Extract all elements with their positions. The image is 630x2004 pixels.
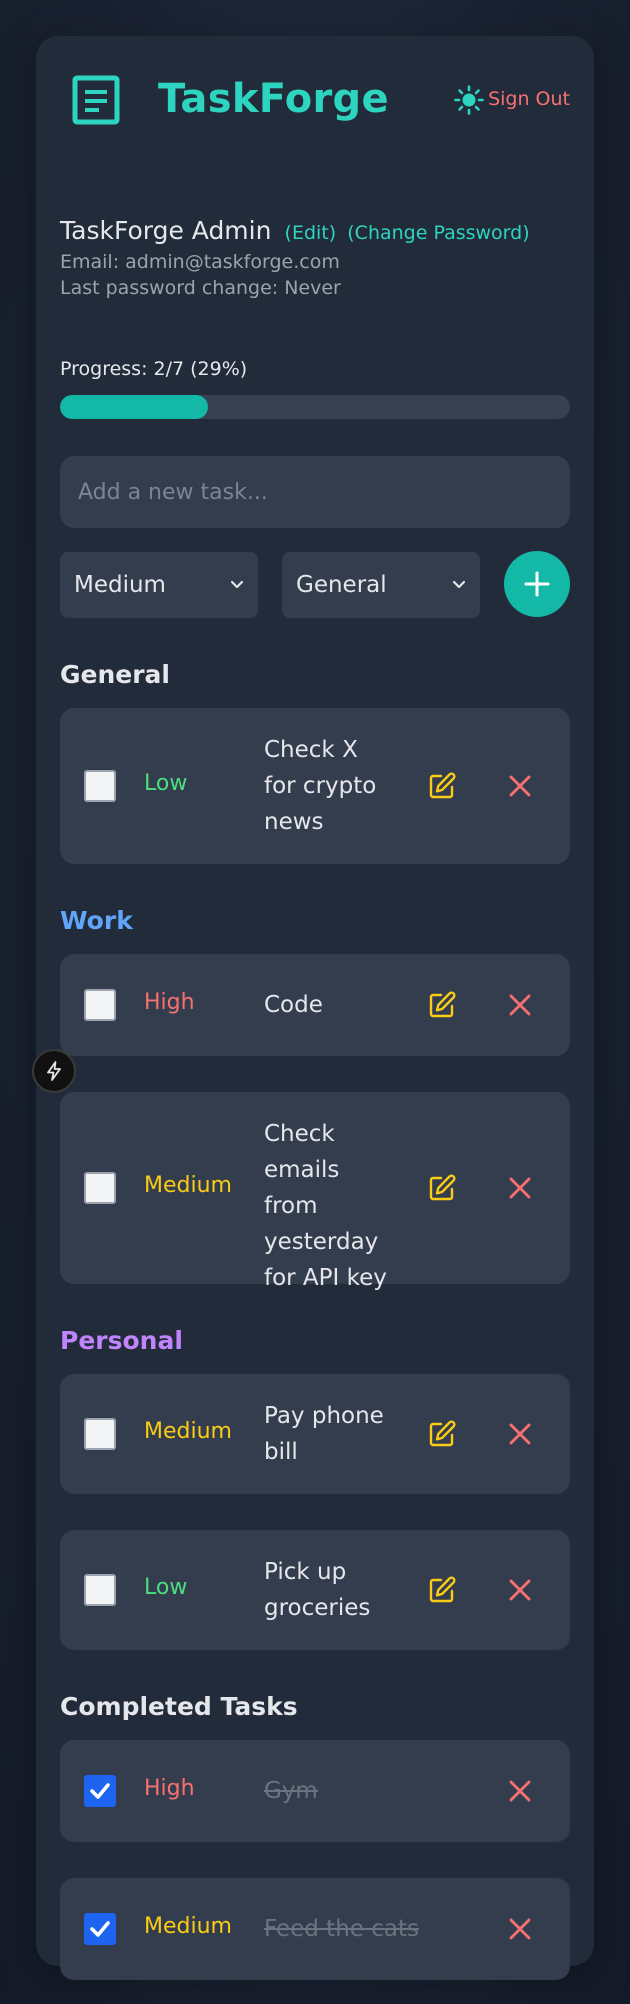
task-text: Check emails from yesterday for API key: [264, 1121, 387, 1291]
close-icon[interactable]: [506, 1777, 534, 1805]
task-item: Low Check X for crypto news: [60, 708, 570, 864]
password-change-info: Last password change: Never: [60, 277, 341, 299]
task-checkbox[interactable]: [84, 1172, 116, 1204]
plus-icon: [524, 571, 550, 597]
section-title-general: General: [60, 660, 170, 689]
close-icon[interactable]: [506, 991, 534, 1019]
chevron-down-icon: [452, 580, 466, 589]
progress-bar: [60, 395, 570, 419]
progress-label: Progress: 2/7 (29%): [60, 358, 248, 380]
section-title-completed: Completed Tasks: [60, 1692, 298, 1721]
progress-fill: [60, 395, 208, 419]
edit-icon[interactable]: [428, 1174, 456, 1202]
task-item: Medium Check emails from yesterday for A…: [60, 1092, 570, 1291]
edit-icon[interactable]: [428, 772, 456, 800]
task-text: Gym: [264, 1778, 318, 1804]
task-priority: Medium: [144, 1419, 232, 1444]
task-text: Pick up groceries: [264, 1559, 371, 1621]
completed-task-item: High Gym: [60, 1740, 570, 1842]
task-text: Code: [264, 992, 323, 1018]
edit-icon[interactable]: [428, 991, 456, 1019]
app-title: TaskForge: [158, 76, 389, 122]
change-password-link[interactable]: (Change Password): [347, 222, 529, 244]
checkmark-icon: [90, 1783, 110, 1799]
user-name: TaskForge Admin: [60, 216, 272, 245]
category-select-value: General: [296, 572, 387, 598]
task-checkbox[interactable]: [84, 770, 116, 802]
dev-tools-button[interactable]: [32, 1049, 76, 1093]
close-icon[interactable]: [506, 1576, 534, 1604]
task-checkbox[interactable]: [84, 1418, 116, 1450]
task-checkbox[interactable]: [84, 1574, 116, 1606]
app-card: TaskForge Sign Out TaskForge Admin (Edit…: [36, 36, 594, 1980]
sun-icon[interactable]: [454, 85, 484, 115]
task-checkbox-checked[interactable]: [84, 1913, 116, 1945]
close-icon[interactable]: [506, 772, 534, 800]
close-icon[interactable]: [506, 1174, 534, 1202]
document-icon: [72, 75, 120, 125]
priority-select-value: Medium: [74, 572, 166, 598]
task-priority: Low: [144, 771, 188, 796]
lightning-icon: [47, 1061, 61, 1081]
category-select[interactable]: General: [282, 552, 480, 618]
task-item: Medium Pay phone bill: [60, 1374, 570, 1494]
close-icon[interactable]: [506, 1915, 534, 1943]
app-header: TaskForge Sign Out: [72, 72, 570, 130]
task-item: Low Pick up groceries: [60, 1530, 570, 1650]
user-info: TaskForge Admin (Edit) (Change Password)…: [60, 216, 570, 299]
new-task-input[interactable]: [60, 456, 570, 528]
add-task-button[interactable]: [504, 551, 570, 617]
edit-profile-link[interactable]: (Edit): [285, 222, 337, 244]
task-text: Pay phone bill: [264, 1403, 384, 1465]
task-item: High Code: [60, 954, 570, 1056]
section-title-work: Work: [60, 906, 133, 935]
task-checkbox[interactable]: [84, 989, 116, 1021]
task-priority: High: [144, 990, 195, 1015]
task-priority: Medium: [144, 1173, 232, 1198]
edit-icon[interactable]: [428, 1420, 456, 1448]
completed-task-item: Medium Feed the cats: [60, 1878, 570, 1980]
close-icon[interactable]: [506, 1420, 534, 1448]
task-text: Feed the cats: [264, 1916, 419, 1942]
section-title-personal: Personal: [60, 1326, 183, 1355]
task-priority: High: [144, 1776, 195, 1801]
edit-icon[interactable]: [428, 1576, 456, 1604]
user-email: Email: admin@taskforge.com: [60, 251, 340, 273]
checkmark-icon: [90, 1921, 110, 1937]
chevron-down-icon: [230, 580, 244, 589]
priority-select[interactable]: Medium: [60, 552, 258, 618]
task-checkbox-checked[interactable]: [84, 1775, 116, 1807]
task-text: Check X for crypto news: [264, 737, 377, 835]
task-priority: Low: [144, 1575, 188, 1600]
sign-out-button[interactable]: Sign Out: [488, 88, 570, 110]
task-priority: Medium: [144, 1914, 232, 1939]
